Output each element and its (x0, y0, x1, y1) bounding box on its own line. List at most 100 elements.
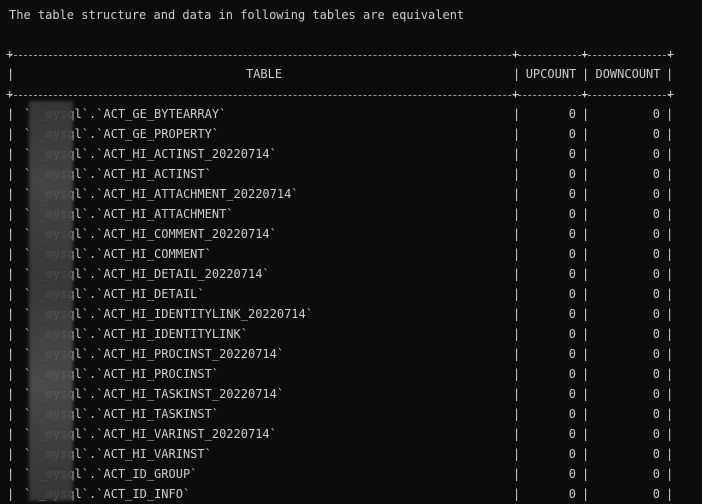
table-row: | ` _mysql`.`ACT_HI_IDENTITYLINK` | 0 | 0 | (0, 324, 702, 344)
row-pipe: | (513, 307, 521, 321)
row-pipe: | (7, 307, 15, 321)
row-pipe: | (7, 207, 15, 221)
row-pipe: | (513, 127, 521, 141)
row-pipe: | (666, 347, 674, 361)
row-pipe: | (7, 407, 15, 421)
downcount-cell: 0 (652, 287, 660, 301)
upcount-cell: 0 (568, 107, 576, 121)
terminal-window[interactable]: The table structure and data in followin… (0, 0, 702, 504)
table-row: | ` _mysql`.`ACT_HI_PROCINST` | 0 | 0 | (0, 364, 702, 384)
redaction-blur (29, 101, 73, 501)
row-pipe: | (582, 127, 590, 141)
row-pipe: | (582, 187, 590, 201)
row-pipe: | (666, 127, 674, 141)
border-corner: + (6, 47, 14, 61)
table-row: | ` _mysql`.`ACT_HI_COMMENT_20220714` | 0 | 0… (0, 224, 702, 244)
column-header-table: TABLE (245, 67, 283, 81)
row-pipe: | (513, 287, 521, 301)
downcount-cell: 0 (652, 427, 660, 441)
table-row: | ` _mysql`.`ACT_HI_DETAIL` | 0 | 0 | (0, 284, 702, 304)
row-pipe: | (582, 487, 590, 501)
row-pipe: | (666, 207, 674, 221)
table-header-row: | TABLE | UPCOUNT | DOWNCOUNT | (0, 64, 702, 84)
downcount-cell: 0 (652, 387, 660, 401)
table-row: | ` _mysql`.`ACT_HI_ATTACHMENT_20220714` |… (0, 184, 702, 204)
downcount-cell: 0 (652, 487, 660, 501)
row-pipe: | (513, 267, 521, 281)
downcount-cell: 0 (652, 347, 660, 361)
row-pipe: | (513, 167, 521, 181)
upcount-cell: 0 (568, 247, 576, 261)
row-pipe: | (513, 367, 521, 381)
row-pipe: | (7, 127, 15, 141)
row-pipe: | (582, 167, 590, 181)
row-pipe: | (7, 287, 15, 301)
row-pipe: | (7, 327, 15, 341)
row-pipe: | (666, 427, 674, 441)
row-pipe: | (513, 327, 521, 341)
row-pipe: | (513, 187, 521, 201)
table-row: | ` _mysql`.`ACT_HI_DETAIL_20220714` | 0 | 0 | (0, 264, 702, 284)
row-pipe: | (666, 187, 674, 201)
row-pipe: | (582, 367, 590, 381)
upcount-cell: 0 (568, 307, 576, 321)
downcount-cell: 0 (652, 367, 660, 381)
upcount-cell: 0 (568, 327, 576, 341)
downcount-cell: 0 (652, 407, 660, 421)
row-pipe: | (513, 487, 521, 501)
row-pipe: | (513, 407, 521, 421)
border-corner: + (512, 87, 520, 101)
row-pipe: | (513, 427, 521, 441)
upcount-cell: 0 (568, 227, 576, 241)
downcount-cell: 0 (652, 307, 660, 321)
border-corner: + (667, 87, 675, 101)
upcount-cell: 0 (568, 347, 576, 361)
column-header-upcount: UPCOUNT (525, 67, 577, 81)
row-pipe: | (666, 227, 674, 241)
row-pipe: | (582, 387, 590, 401)
table-row: | ` _mysql`.`ACT_HI_ATTACHMENT` | 0 | 0 | (0, 204, 702, 224)
row-pipe: | (513, 247, 521, 261)
row-pipe: | (582, 447, 590, 461)
upcount-cell: 0 (568, 187, 576, 201)
row-pipe: | (7, 187, 15, 201)
row-pipe: | (7, 427, 15, 441)
row-pipe: | (513, 447, 521, 461)
table-row: | ` _mysql`.`ACT_HI_PROCINST_20220714` | 0 |… (0, 344, 702, 364)
row-pipe: | (7, 447, 15, 461)
row-pipe: | (666, 467, 674, 481)
row-pipe: | (582, 327, 590, 341)
table-row: | ` _mysql`.`ACT_ID_GROUP` | 0 | 0 | (0, 464, 702, 484)
row-pipe: | (7, 247, 15, 261)
border-corner: + (667, 47, 675, 61)
table-row: | ` _mysql`.`ACT_HI_ACTINST_20220714` | 0 | 0… (0, 144, 702, 164)
upcount-cell: 0 (568, 427, 576, 441)
upcount-cell: 0 (568, 367, 576, 381)
row-pipe: | (7, 467, 15, 481)
row-pipe: | (666, 307, 674, 321)
row-pipe: | (666, 247, 674, 261)
row-pipe: | (513, 347, 521, 361)
column-header-downcount: DOWNCOUNT (595, 67, 661, 81)
upcount-cell: 0 (568, 407, 576, 421)
row-pipe: | (666, 147, 674, 161)
table-border-header (9, 95, 671, 97)
row-pipe: | (666, 327, 674, 341)
upcount-cell: 0 (568, 167, 576, 181)
table-row: | ` _mysql`.`ACT_HI_IDENTITYLINK_20220714… (0, 304, 702, 324)
row-pipe: | (582, 307, 590, 321)
row-pipe: | (582, 227, 590, 241)
upcount-cell: 0 (568, 387, 576, 401)
table-row: | ` _mysql`.`ACT_HI_COMMENT` | 0 | 0 | (0, 244, 702, 264)
row-pipe: | (7, 227, 15, 241)
row-pipe: | (7, 387, 15, 401)
row-pipe: | (7, 167, 15, 181)
row-pipe: | (513, 387, 521, 401)
row-pipe: | (666, 407, 674, 421)
row-pipe: | (7, 267, 15, 281)
row-pipe: | (513, 207, 521, 221)
row-pipe: | (513, 107, 521, 121)
downcount-cell: 0 (652, 327, 660, 341)
row-pipe: | (666, 267, 674, 281)
row-pipe: | (582, 107, 590, 121)
